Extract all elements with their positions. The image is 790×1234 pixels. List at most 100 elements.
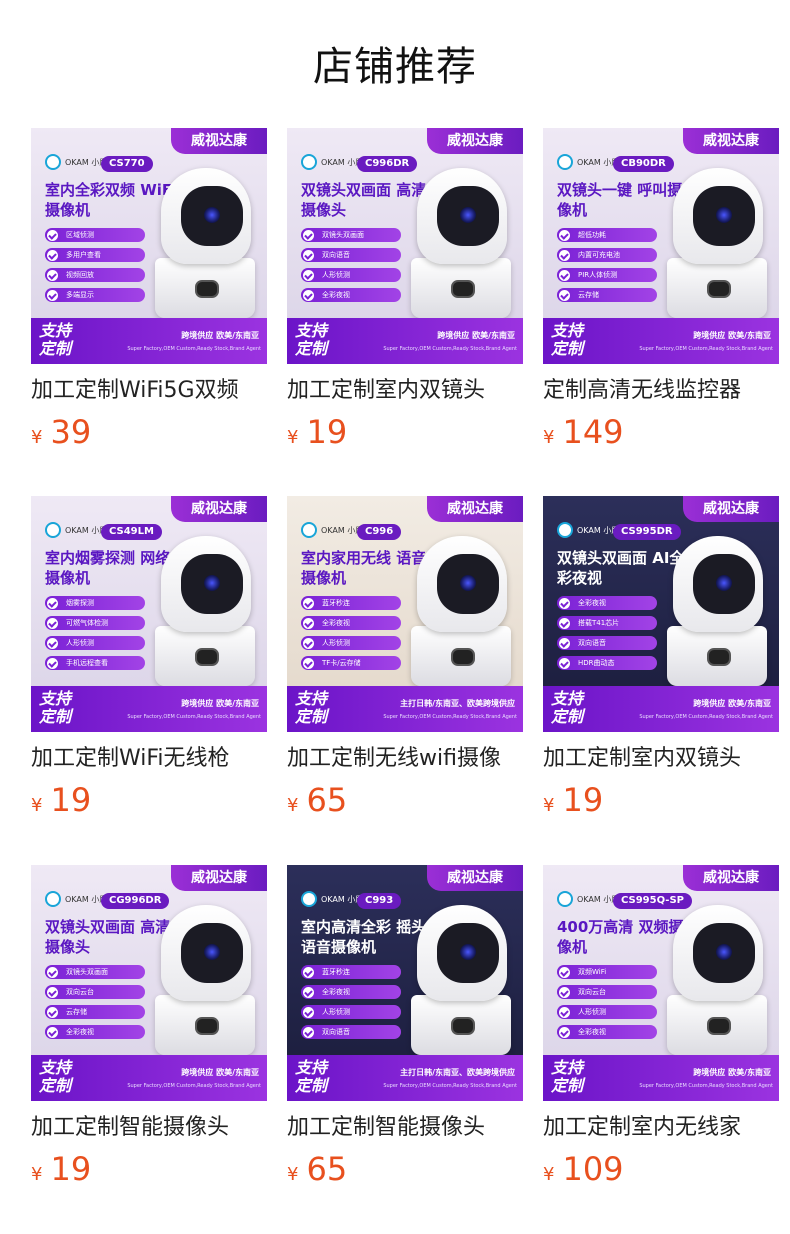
feature-label: 双向云台 [578, 988, 606, 996]
product-name[interactable]: 定制高清无线监控器 [543, 376, 779, 406]
feature-list: 蓝牙秒连 全彩夜视 人形侦测 双向语音 [301, 965, 401, 1045]
promo-banner: 支持 定制 跨境供应 欧美/东南亚 Super Factory,OEM Cust… [543, 686, 779, 732]
product-name[interactable]: 加工定制室内无线家 [543, 1113, 779, 1143]
product-image[interactable]: 威视达康 OKAM 小鹰看看 C993 室内高清全彩 摇头语音摄像机 蓝牙秒连 … [287, 865, 523, 1101]
feature-label: 烟雾探测 [66, 599, 94, 607]
check-icon [559, 986, 570, 998]
currency-symbol: ¥ [287, 795, 299, 816]
check-icon [47, 657, 58, 669]
feature-list: 烟雾探测 可燃气体检测 人形侦测 手机远程查看 [45, 596, 145, 676]
camera-head [673, 905, 763, 1001]
product-card[interactable]: 威视达康 OKAM 小鹰看看 CS995DR 双镜头双画面 AI全彩夜视 全彩夜… [543, 496, 779, 824]
camera-illustration [665, 905, 769, 1055]
feature-tag: 搭载T41芯片 [557, 616, 657, 630]
promo-sub: 跨境供应 欧美/东南亚 [437, 331, 515, 340]
product-image[interactable]: 威视达康 OKAM 小鹰看看 C996DR 双镜头双画面 高清摄像头 双镜头双画… [287, 128, 523, 364]
check-icon [303, 249, 314, 261]
product-grid: 威视达康 OKAM 小鹰看看 CS770 室内全彩双频 WiFi摄像机 区域侦测… [0, 0, 790, 1234]
feature-tag: HDR曲动态 [557, 656, 657, 670]
product-image[interactable]: 威视达康 OKAM 小鹰看看 CS49LM 室内烟雾探测 网络摄像机 烟雾探测 … [31, 496, 267, 732]
feature-tag: 蓝牙秒连 [301, 965, 401, 979]
camera-lens-icon [707, 648, 731, 666]
feature-label: 全彩夜视 [578, 1028, 606, 1036]
promo-sub: 跨境供应 欧美/东南亚 [693, 331, 771, 340]
camera-head [417, 536, 507, 632]
feature-label: 超低功耗 [578, 231, 606, 239]
currency-symbol: ¥ [287, 427, 299, 448]
promo-banner: 支持 定制 跨境供应 欧美/东南亚 Super Factory,OEM Cust… [543, 318, 779, 364]
product-card[interactable]: 威视达康 OKAM 小鹰看看 C996DR 双镜头双画面 高清摄像头 双镜头双画… [287, 128, 523, 456]
brand-logo-icon [301, 522, 317, 538]
promo-sub: 跨境供应 欧美/东南亚 [693, 1068, 771, 1077]
product-name[interactable]: 加工定制室内双镜头 [287, 376, 523, 406]
product-name[interactable]: 加工定制智能摄像头 [31, 1113, 267, 1143]
feature-label: 视频回放 [66, 271, 94, 279]
camera-head [417, 168, 507, 264]
feature-list: 双镜头双画面 双向语音 人形侦测 全彩夜视 [301, 228, 401, 308]
feature-label: 搭载T41芯片 [578, 619, 620, 627]
feature-label: 双镜头双画面 [66, 968, 108, 976]
promo-main: 支持 定制 [39, 1058, 72, 1095]
price-value: 65 [306, 1150, 348, 1188]
product-name[interactable]: 加工定制室内双镜头 [543, 744, 779, 774]
feature-label: 人形侦测 [322, 639, 350, 647]
price-value: 39 [50, 413, 92, 451]
feature-tag: 手机远程查看 [45, 656, 145, 670]
promo-tiny: Super Factory,OEM Custom,Ready Stock,Bra… [639, 346, 773, 352]
check-icon [559, 617, 570, 629]
feature-label: 云存储 [578, 291, 599, 299]
camera-lens-icon [204, 575, 220, 591]
product-card[interactable]: 威视达康 OKAM 小鹰看看 CS995Q-SP 400万高清 双频摄像机 双频… [543, 865, 779, 1193]
model-badge: C996 [357, 524, 402, 540]
product-name[interactable]: 加工定制智能摄像头 [287, 1113, 523, 1143]
promo-banner: 支持 定制 跨境供应 欧美/东南亚 Super Factory,OEM Cust… [31, 686, 267, 732]
camera-lens-icon [707, 1017, 731, 1035]
feature-label: 蓝牙秒连 [322, 599, 350, 607]
camera-head [161, 536, 251, 632]
camera-lens-icon [195, 280, 219, 298]
product-card[interactable]: 威视达康 OKAM 小鹰看看 CG996DR 双镜头双画面 高清摄像头 双镜头双… [31, 865, 267, 1193]
feature-label: TF卡/云存储 [322, 659, 361, 667]
product-image[interactable]: 威视达康 OKAM 小鹰看看 CG996DR 双镜头双画面 高清摄像头 双镜头双… [31, 865, 267, 1101]
price-value: 19 [306, 413, 348, 451]
product-card[interactable]: 威视达康 OKAM 小鹰看看 CS49LM 室内烟雾探测 网络摄像机 烟雾探测 … [31, 496, 267, 824]
feature-list: 双频WiFi 双向云台 人形侦测 全彩夜视 [557, 965, 657, 1045]
product-name[interactable]: 加工定制WiFi无线枪 [31, 744, 267, 774]
promo-tiny: Super Factory,OEM Custom,Ready Stock,Bra… [639, 714, 773, 720]
feature-tag: 双镜头双画面 [301, 228, 401, 242]
product-name[interactable]: 加工定制无线wifi摄像 [287, 744, 523, 774]
check-icon [559, 249, 570, 261]
product-card[interactable]: 威视达康 OKAM 小鹰看看 CS770 室内全彩双频 WiFi摄像机 区域侦测… [31, 128, 267, 456]
camera-lens-icon [716, 575, 732, 591]
promo-main: 支持 定制 [39, 321, 72, 358]
product-card[interactable]: 威视达康 OKAM 小鹰看看 CB90DR 双镜头一键 呼叫摄像机 超低功耗 内… [543, 128, 779, 456]
product-price: ¥39 [31, 414, 267, 456]
feature-label: PIR人体侦测 [578, 271, 618, 279]
feature-tag: 双镜头双画面 [45, 965, 145, 979]
product-card[interactable]: 威视达康 OKAM 小鹰看看 C996 室内家用无线 语音摄像机 蓝牙秒连 全彩… [287, 496, 523, 824]
product-image[interactable]: 威视达康 OKAM 小鹰看看 CB90DR 双镜头一键 呼叫摄像机 超低功耗 内… [543, 128, 779, 364]
promo-main: 支持 定制 [295, 689, 328, 726]
feature-label: 区域侦测 [66, 231, 94, 239]
check-icon [47, 617, 58, 629]
feature-tag: 烟雾探测 [45, 596, 145, 610]
feature-tag: 全彩夜视 [45, 1025, 145, 1039]
feature-label: 双向语音 [322, 1028, 350, 1036]
feature-tag: 全彩夜视 [301, 616, 401, 630]
product-image[interactable]: 威视达康 OKAM 小鹰看看 C996 室内家用无线 语音摄像机 蓝牙秒连 全彩… [287, 496, 523, 732]
product-image[interactable]: 威视达康 OKAM 小鹰看看 CS995Q-SP 400万高清 双频摄像机 双频… [543, 865, 779, 1101]
feature-label: 人形侦测 [66, 639, 94, 647]
camera-lens-icon [460, 207, 476, 223]
feature-tag: 人形侦测 [301, 1005, 401, 1019]
check-icon [47, 229, 58, 241]
product-image[interactable]: 威视达康 OKAM 小鹰看看 CS995DR 双镜头双画面 AI全彩夜视 全彩夜… [543, 496, 779, 732]
currency-symbol: ¥ [31, 427, 43, 448]
currency-symbol: ¥ [543, 1164, 555, 1185]
feature-list: 超低功耗 内置可充电池 PIR人体侦测 云存储 [557, 228, 657, 308]
brand-logo-icon [45, 891, 61, 907]
camera-head [673, 168, 763, 264]
product-card[interactable]: 威视达康 OKAM 小鹰看看 C993 室内高清全彩 摇头语音摄像机 蓝牙秒连 … [287, 865, 523, 1193]
camera-lens-icon [195, 648, 219, 666]
product-name[interactable]: 加工定制WiFi5G双频 [31, 376, 267, 406]
product-image[interactable]: 威视达康 OKAM 小鹰看看 CS770 室内全彩双频 WiFi摄像机 区域侦测… [31, 128, 267, 364]
